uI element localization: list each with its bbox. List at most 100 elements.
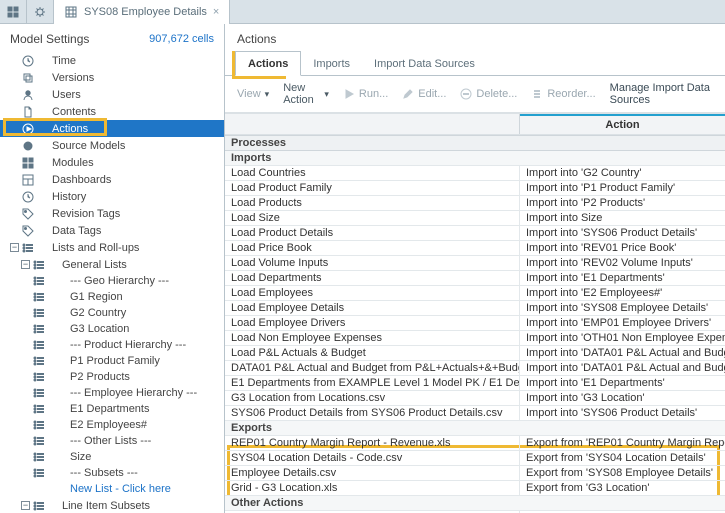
sidebar: Model Settings 907,672 cells TimeVersion… bbox=[0, 24, 225, 513]
table-row[interactable]: Load Product FamilyImport into 'P1 Produ… bbox=[225, 181, 725, 196]
list-item[interactable]: G2 Country bbox=[0, 305, 224, 321]
table-row[interactable]: E1 Departments from EXAMPLE Level 1 Mode… bbox=[225, 376, 725, 391]
tab-imports[interactable]: Imports bbox=[301, 51, 362, 76]
table-row[interactable]: Load Price BookImport into 'REV01 Price … bbox=[225, 241, 725, 256]
processes-section[interactable]: Processes bbox=[225, 135, 725, 151]
sidebar-item-label: Users bbox=[52, 89, 218, 101]
sidebar-item-versions[interactable]: Versions bbox=[0, 69, 224, 86]
action-desc: Import into 'SYS06 Product Details' bbox=[520, 226, 725, 240]
list-icon bbox=[32, 306, 46, 320]
action-name: Grid - G3 Location.xls bbox=[225, 481, 520, 495]
collapse-icon[interactable]: − bbox=[21, 260, 30, 269]
action-desc: Export from 'SYS04 Location Details' bbox=[520, 451, 725, 465]
actions-table[interactable]: ProcessesImportsLoad CountriesImport int… bbox=[225, 135, 725, 513]
collapse-icon[interactable]: − bbox=[10, 243, 19, 252]
sidebar-lists-rollups[interactable]: −Lists and Roll-ups bbox=[0, 239, 224, 256]
table-row[interactable]: Load Employee DriversImport into 'EMP01 … bbox=[225, 316, 725, 331]
play-icon bbox=[343, 88, 355, 100]
table-row[interactable]: Load ProductsImport into 'P2 Products' bbox=[225, 196, 725, 211]
minus-circle-icon bbox=[460, 88, 472, 100]
list-item[interactable]: P1 Product Family bbox=[0, 353, 224, 369]
sidebar-item-users[interactable]: Users bbox=[0, 86, 224, 103]
table-row[interactable]: Load Non Employee ExpensesImport into 'O… bbox=[225, 331, 725, 346]
module-tab[interactable]: SYS08 Employee Details × bbox=[54, 0, 230, 24]
new-list-link[interactable]: New List - Click here bbox=[0, 481, 224, 497]
imports-section[interactable]: Imports bbox=[225, 151, 725, 166]
table-row[interactable]: Load Product DetailsImport into 'SYS06 P… bbox=[225, 226, 725, 241]
collapse-icon[interactable]: − bbox=[21, 501, 30, 510]
reorder-button[interactable]: Reorder... bbox=[531, 88, 595, 100]
list-item[interactable]: E1 Departments bbox=[0, 401, 224, 417]
sidebar-item-time[interactable]: Time bbox=[0, 52, 224, 69]
list-item[interactable]: G3 Location bbox=[0, 321, 224, 337]
list-item[interactable]: --- Product Hierarchy --- bbox=[0, 337, 224, 353]
list-item[interactable]: G1 Region bbox=[0, 289, 224, 305]
run-button[interactable]: Run... bbox=[343, 88, 388, 100]
grid-header-name bbox=[225, 114, 520, 134]
list-icon bbox=[21, 241, 35, 255]
dashboard-icon bbox=[21, 173, 35, 187]
sidebar-item-revision-tags[interactable]: Revision Tags bbox=[0, 205, 224, 222]
table-row[interactable]: Load EmployeesImport into 'E2 Employees#… bbox=[225, 286, 725, 301]
list-icon bbox=[32, 386, 46, 400]
manage-import-link[interactable]: Manage Import Data Sources bbox=[610, 82, 713, 106]
sidebar-title: Model Settings bbox=[10, 32, 89, 46]
circle-icon bbox=[21, 139, 35, 153]
edit-button[interactable]: Edit... bbox=[402, 88, 446, 100]
table-row[interactable]: Load P&L Actuals & BudgetImport into 'DA… bbox=[225, 346, 725, 361]
modules-icon bbox=[21, 156, 35, 170]
list-item[interactable]: P2 Products bbox=[0, 369, 224, 385]
table-row[interactable]: DATA01 P&L Actual and Budget from P&L+Ac… bbox=[225, 361, 725, 376]
table-row[interactable]: SYS06 Product Details from SYS06 Product… bbox=[225, 406, 725, 421]
action-desc: Import into 'REV01 Price Book' bbox=[520, 241, 725, 255]
sidebar-item-dashboards[interactable]: Dashboards bbox=[0, 171, 224, 188]
sidebar-general-lists[interactable]: −General Lists bbox=[0, 256, 224, 273]
table-row[interactable]: Load DepartmentsImport into 'E1 Departme… bbox=[225, 271, 725, 286]
table-row[interactable]: G3 Location from Locations.csvImport int… bbox=[225, 391, 725, 406]
other-actions-section[interactable]: Other Actions bbox=[225, 496, 725, 511]
table-row[interactable]: Load SizeImport into Size bbox=[225, 211, 725, 226]
table-row[interactable]: REP01 Country Margin Report - Revenue.xl… bbox=[225, 436, 725, 451]
table-row[interactable]: Load CountriesImport into 'G2 Country' bbox=[225, 166, 725, 181]
action-desc: Import into 'OTH01 Non Employee Expenses… bbox=[520, 331, 725, 345]
action-desc: Import into 'SYS08 Employee Details' bbox=[520, 301, 725, 315]
caret-down-icon: ▾ bbox=[265, 89, 270, 100]
tab-import-data-sources[interactable]: Import Data Sources bbox=[362, 51, 487, 76]
close-icon[interactable]: × bbox=[213, 6, 219, 18]
list-item[interactable]: --- Subsets --- bbox=[0, 465, 224, 481]
sidebar-item-data-tags[interactable]: Data Tags bbox=[0, 222, 224, 239]
list-icon bbox=[32, 274, 46, 288]
grid-header-action[interactable]: Action bbox=[520, 114, 725, 134]
list-item[interactable]: Size bbox=[0, 449, 224, 465]
list-item[interactable]: --- Employee Hierarchy --- bbox=[0, 385, 224, 401]
sidebar-line-item-subsets[interactable]: −Line Item Subsets bbox=[0, 497, 224, 513]
delete-button[interactable]: Delete... bbox=[460, 88, 517, 100]
action-desc: Import into 'E1 Departments' bbox=[520, 271, 725, 285]
topbar: SYS08 Employee Details × bbox=[0, 0, 725, 24]
table-row[interactable]: Employee Details.csvExport from 'SYS08 E… bbox=[225, 466, 725, 481]
list-item[interactable]: --- Other Lists --- bbox=[0, 433, 224, 449]
sidebar-item-modules[interactable]: Modules bbox=[0, 154, 224, 171]
topbar-nav-icon[interactable] bbox=[0, 0, 27, 24]
list-item[interactable]: E2 Employees# bbox=[0, 417, 224, 433]
list-item[interactable]: --- Geo Hierarchy --- bbox=[0, 273, 224, 289]
table-row[interactable]: Load Volume InputsImport into 'REV02 Vol… bbox=[225, 256, 725, 271]
sidebar-item-actions[interactable]: Actions bbox=[0, 120, 224, 137]
action-name: SYS04 Location Details - Code.csv bbox=[225, 451, 520, 465]
cell-count[interactable]: 907,672 cells bbox=[149, 33, 214, 45]
tab-actions[interactable]: Actions bbox=[235, 51, 301, 76]
exports-section[interactable]: Exports bbox=[225, 421, 725, 436]
sidebar-item-history[interactable]: History bbox=[0, 188, 224, 205]
action-desc: Export from 'REP01 Country Margin Report… bbox=[520, 436, 725, 450]
new-action-dropdown[interactable]: New Action ▾ bbox=[283, 82, 329, 106]
table-row[interactable]: SYS04 Location Details - Code.csvExport … bbox=[225, 451, 725, 466]
tag-icon bbox=[21, 224, 35, 238]
sidebar-item-contents[interactable]: Contents bbox=[0, 103, 224, 120]
sidebar-item-label: Modules bbox=[52, 157, 218, 169]
sidebar-item-source-models[interactable]: Source Models bbox=[0, 137, 224, 154]
action-name: Load P&L Actuals & Budget bbox=[225, 346, 520, 360]
topbar-gear-icon[interactable] bbox=[27, 0, 54, 24]
table-row[interactable]: Grid - G3 Location.xlsExport from 'G3 Lo… bbox=[225, 481, 725, 496]
view-dropdown[interactable]: View ▾ bbox=[237, 88, 269, 100]
table-row[interactable]: Load Employee DetailsImport into 'SYS08 … bbox=[225, 301, 725, 316]
